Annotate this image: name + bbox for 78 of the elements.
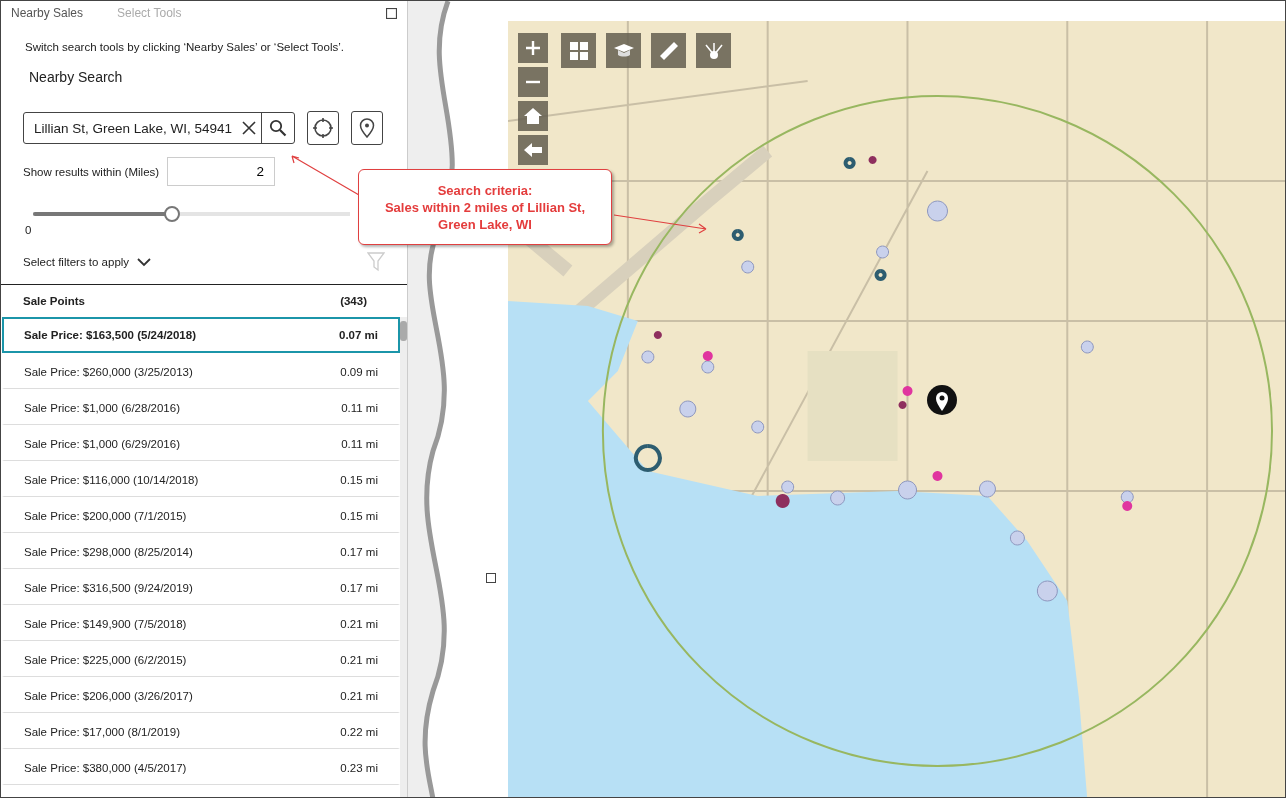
tab[interactable]: Nearby Sales	[11, 6, 84, 20]
legend-button[interactable]	[606, 33, 641, 68]
result-row[interactable]: Sale Price: $200,000 (7/1/2015) 0.15 mi	[2, 497, 400, 533]
crosshair-icon	[313, 118, 333, 138]
sale-price-text: Sale Price: $116,000 (10/14/2018)	[24, 473, 199, 486]
arrow-left-icon	[523, 142, 543, 158]
distance-text: 0.17 mi	[340, 545, 378, 558]
result-row[interactable]: Sale Price: $316,500 (9/24/2019) 0.17 mi	[2, 569, 400, 605]
callout-text: Sales within 2 miles of Lillian St, Green Lake, WI	[383, 198, 587, 233]
zoom-out-button[interactable]	[518, 67, 548, 97]
search-field[interactable]: Lillian St, Green Lake, WI, 54941	[23, 112, 295, 144]
distance-text: 0.17 mi	[340, 581, 378, 594]
result-row[interactable]: Sale Price: $298,000 (8/25/2014) 0.17 mi	[2, 533, 400, 569]
sale-price-text: Sale Price: $1,000 (6/29/2016)	[24, 437, 180, 450]
sale-price-text: Sale Price: $149,900 (7/5/2018)	[24, 617, 187, 630]
sale-price-text: Sale Price: $225,000 (6/2/2015)	[24, 653, 187, 666]
basemap-button[interactable]	[561, 33, 596, 68]
result-row[interactable]: Sale Price: $116,000 (10/14/2018) 0.15 mi	[2, 461, 400, 497]
location-pin-icon	[926, 384, 958, 416]
maximize-icon[interactable]	[386, 7, 397, 19]
result-row[interactable]: Sale Price: $260,000 (3/25/2013) 0.09 mi	[2, 353, 400, 389]
result-count: (343)	[340, 295, 367, 307]
result-row[interactable]: Sale Price: $1,000 (6/28/2016) 0.11 mi	[2, 389, 400, 425]
distance-text: 0.11 mi	[341, 401, 378, 414]
sale-price-text: Sale Price: $200,000 (7/1/2015)	[24, 509, 187, 522]
distance-field[interactable]: 2	[167, 157, 276, 186]
result-row[interactable]: Sale Price: $163,500 (5/24/2018) 0.07 mi	[2, 317, 400, 353]
pin-button[interactable]	[351, 111, 383, 145]
back-button[interactable]	[518, 135, 548, 165]
chevron-icon	[137, 257, 152, 267]
home-button[interactable]	[518, 101, 548, 131]
distance-text: 0.15 mi	[340, 473, 378, 486]
sale-price-text: Sale Price: $163,500 (5/24/2018)	[24, 329, 196, 341]
result-row[interactable]: Sale Price: $225,000 (6/2/2015) 0.21 mi	[2, 641, 400, 677]
sale-price-text: Sale Price: $17,000 (8/1/2019)	[24, 725, 180, 738]
sale-price-text: Sale Price: $380,000 (4/5/2017)	[24, 761, 187, 774]
share-button[interactable]	[696, 33, 731, 68]
grid-icon	[569, 41, 588, 60]
distance-text: 0.21 mi	[340, 653, 378, 666]
close-icon	[242, 121, 256, 135]
distance-text: 0.22 mi	[340, 725, 378, 738]
maximize-icon[interactable]	[486, 573, 496, 583]
share-icon	[702, 40, 725, 61]
distance-text: 0.21 mi	[340, 617, 378, 630]
slider-thumb[interactable]	[164, 206, 181, 222]
distance-text: 0.11 mi	[341, 437, 378, 450]
zoom-in-button[interactable]	[518, 33, 548, 63]
scrollbar[interactable]	[400, 317, 407, 797]
search-icon	[269, 119, 287, 137]
slider-min-label: 0	[25, 224, 33, 236]
result-row[interactable]: Sale Price: $206,000 (3/26/2017) 0.21 mi	[2, 677, 400, 713]
filters-toggle[interactable]: Select filters to apply	[23, 256, 152, 268]
result-row[interactable]: Sale Price: $17,000 (8/1/2019) 0.22 mi	[2, 713, 400, 749]
distance-text: 0.15 mi	[340, 509, 378, 522]
sale-price-text: Sale Price: $316,500 (9/24/2019)	[24, 581, 193, 594]
sale-price-text: Sale Price: $260,000 (3/25/2013)	[24, 365, 193, 378]
result-row[interactable]: Sale Price: $380,000 (4/5/2017) 0.23 mi	[2, 749, 400, 785]
map-pin-icon	[359, 118, 375, 138]
callout-title: Search criteria:	[437, 181, 533, 199]
home-icon	[523, 107, 543, 125]
instructions-text: Switch search tools by clicking ‘Nearby Sales’ or ‘Select Tools’.	[25, 41, 345, 53]
search-input[interactable]: Lillian St, Green Lake, WI, 54941	[24, 120, 237, 136]
distance-text: 0.21 mi	[340, 689, 378, 702]
minus-icon	[525, 80, 541, 84]
sale-price-text: Sale Price: $298,000 (8/25/2014)	[24, 545, 193, 558]
plus-icon	[525, 40, 541, 56]
sale-price-text: Sale Price: $1,000 (6/28/2016)	[24, 401, 180, 414]
result-row[interactable]: Sale Price: $149,900 (7/5/2018) 0.21 mi	[2, 605, 400, 641]
distance-text: 0.09 mi	[340, 365, 378, 378]
result-row[interactable]: Sale Price: $1,000 (6/29/2016) 0.11 mi	[2, 425, 400, 461]
distance-text: 0.23 mi	[340, 761, 378, 774]
sale-price-text: Sale Price: $206,000 (3/26/2017)	[24, 689, 193, 702]
section-title: Nearby Search	[29, 69, 124, 85]
distance-text: 0.07 mi	[339, 329, 378, 341]
list-title: Sale Points	[23, 295, 85, 307]
measure-button[interactable]	[651, 33, 686, 68]
locate-button[interactable]	[307, 111, 339, 145]
distance-label: Show results within (Miles)	[23, 165, 160, 178]
